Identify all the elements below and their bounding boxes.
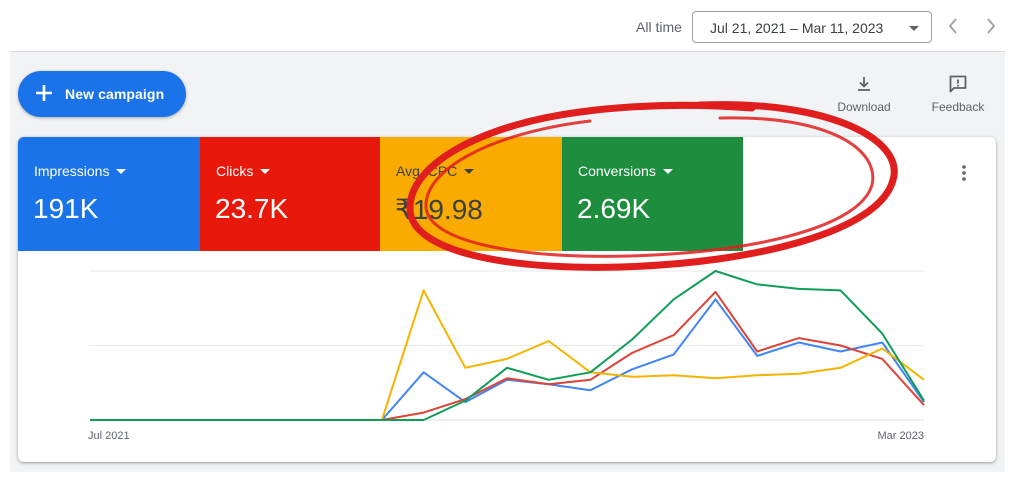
x-tick-label-start: Jul 2021 [88, 430, 130, 442]
new-campaign-button[interactable]: New campaign [18, 71, 186, 117]
download-label: Download [837, 100, 891, 114]
series-line-avg-cpc [90, 289, 925, 421]
chart-grid [90, 270, 924, 421]
feedback-label: Feedback [931, 100, 985, 114]
dropdown-arrow-icon [909, 26, 919, 31]
performance-card: Impressions 191K Clicks 23.7K Avg. CPC ₹… [18, 137, 996, 462]
feedback-button[interactable]: Feedback [928, 74, 988, 114]
all-time-label: All time [636, 19, 682, 35]
top-bar: All time Jul 21, 2021 – Mar 11, 2023 [0, 0, 1024, 52]
plus-icon [36, 85, 52, 101]
series-line-clicks [90, 290, 925, 421]
chevron-right-icon[interactable] [982, 14, 1000, 38]
download-icon [858, 77, 870, 91]
x-tick-label-end: Mar 2023 [878, 430, 924, 442]
performance-line-chart: Jul 2021 Mar 2023 [88, 270, 925, 442]
date-range-selector[interactable]: Jul 21, 2021 – Mar 11, 2023 [692, 11, 932, 43]
chevron-left-icon[interactable] [944, 14, 962, 38]
new-campaign-label: New campaign [65, 86, 165, 102]
date-range-text: Jul 21, 2021 – Mar 11, 2023 [710, 20, 884, 36]
download-button[interactable]: Download [834, 74, 894, 114]
feedback-icon [949, 75, 967, 93]
